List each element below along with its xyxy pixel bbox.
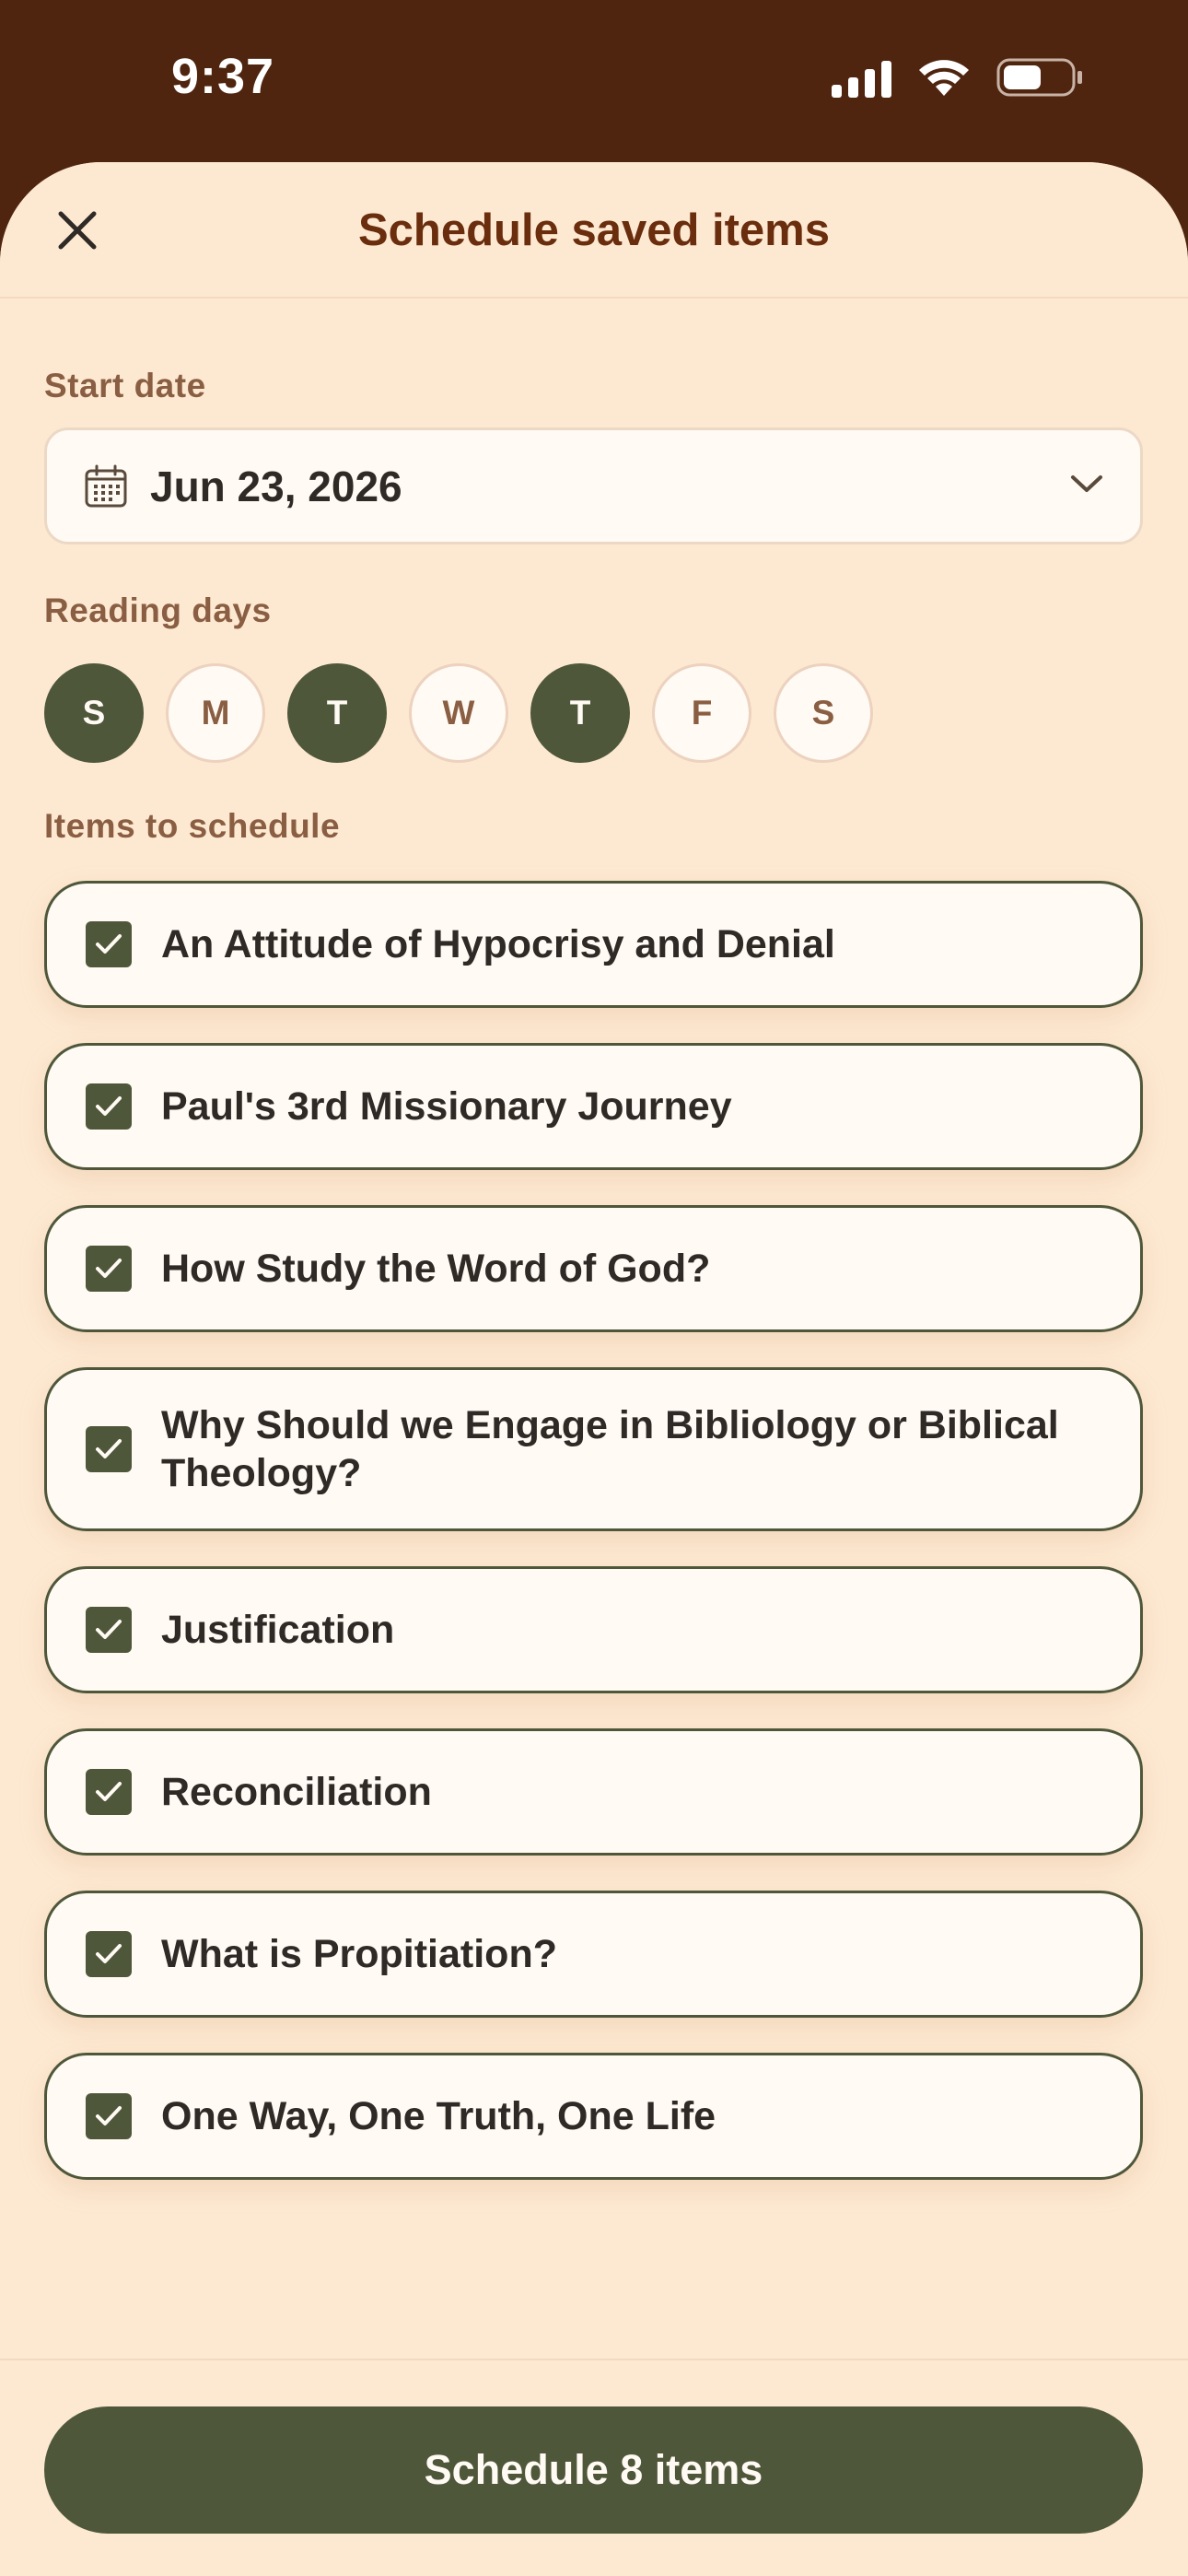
status-bar: 9:37 [0,0,1188,166]
schedule-sheet: Schedule saved items Start date Jun 23, … [0,162,1188,2576]
start-date-picker[interactable]: Jun 23, 2026 [44,427,1143,544]
checkmark-icon [96,1944,122,1963]
day-toggle[interactable]: S [44,663,144,763]
item-title: What is Propitiation? [161,1932,557,1976]
list-item[interactable]: Why Should we Engage in Bibliology or Bi… [44,1367,1143,1531]
item-title: Reconciliation [161,1770,432,1814]
wifi-icon [917,57,971,98]
battery-icon [996,57,1083,98]
item-checkbox[interactable] [86,1931,132,1977]
day-toggle[interactable]: T [287,663,387,763]
day-toggle[interactable]: T [530,663,630,763]
day-toggle[interactable]: S [774,663,873,763]
item-title: Why Should we Engage in Bibliology or Bi… [161,1403,1059,1495]
item-checkbox[interactable] [86,921,132,967]
status-time: 9:37 [171,49,275,104]
checkmark-icon [96,1782,122,1801]
items-list: An Attitude of Hypocrisy and Denial Paul'… [44,881,1143,2215]
list-item[interactable]: What is Propitiation? [44,1891,1143,2018]
checkmark-icon [96,1259,122,1278]
item-title: How Study the Word of God? [161,1247,711,1291]
status-icons [832,57,1083,98]
schedule-items-button[interactable]: Schedule 8 items [44,2406,1143,2534]
calendar-icon [85,464,127,507]
list-item[interactable]: Justification [44,1566,1143,1693]
list-item[interactable]: Reconciliation [44,1728,1143,1856]
chevron-down-icon [1071,475,1102,492]
item-title: Paul's 3rd Missionary Journey [161,1084,732,1129]
reading-days-selector: SMTWTFS [44,663,873,763]
day-toggle[interactable]: M [166,663,265,763]
reading-days-label: Reading days [44,591,272,629]
list-item[interactable]: An Attitude of Hypocrisy and Denial [44,881,1143,1008]
item-checkbox[interactable] [86,1769,132,1815]
item-title: An Attitude of Hypocrisy and Denial [161,922,835,966]
item-title: Justification [161,1608,395,1652]
start-date-label: Start date [44,367,206,404]
checkmark-icon [96,1096,122,1116]
item-checkbox[interactable] [86,1426,132,1472]
day-toggle[interactable]: W [409,663,508,763]
day-toggle[interactable]: F [652,663,751,763]
item-checkbox[interactable] [86,1083,132,1130]
checkmark-icon [96,2106,122,2125]
checkmark-icon [96,1620,122,1639]
item-checkbox[interactable] [86,2093,132,2139]
item-title: One Way, One Truth, One Life [161,2094,716,2138]
list-item[interactable]: Paul's 3rd Missionary Journey [44,1043,1143,1170]
checkmark-icon [96,934,122,954]
start-date-value: Jun 23, 2026 [150,462,402,510]
checkmark-icon [96,1439,122,1458]
item-checkbox[interactable] [86,1607,132,1653]
list-item[interactable]: One Way, One Truth, One Life [44,2053,1143,2180]
page-title: Schedule saved items [357,205,830,255]
item-checkbox[interactable] [86,1246,132,1292]
sheet-header: Schedule saved items [0,162,1188,299]
items-to-schedule-label: Items to schedule [44,807,341,845]
sheet-footer: Schedule 8 items [0,2359,1188,2576]
list-item[interactable]: How Study the Word of God? [44,1205,1143,1332]
cellular-signal-icon [832,57,891,98]
